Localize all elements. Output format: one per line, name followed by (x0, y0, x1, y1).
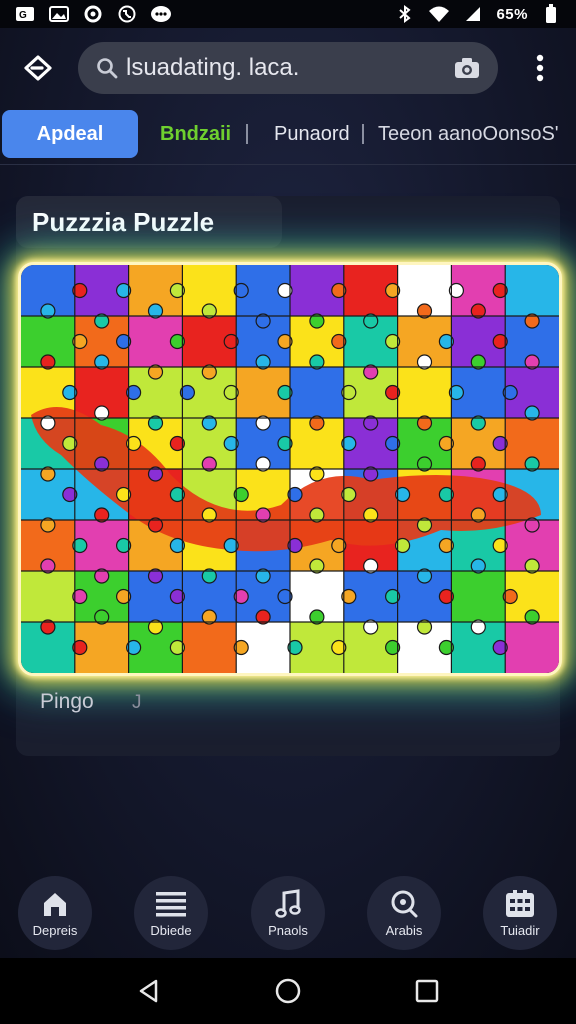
signal-icon (462, 5, 484, 23)
wifi-icon (428, 5, 450, 23)
tabs-divider (0, 164, 576, 165)
search-icon (94, 55, 120, 81)
puzzle-piece (451, 571, 506, 623)
tab-separator (362, 124, 364, 144)
tab-apdeal[interactable]: Apdeal (2, 110, 138, 158)
card-title: Puzzzia Puzzle (32, 206, 215, 237)
system-back-button[interactable] (129, 971, 169, 1011)
app-screen: Apdeal Bndzaii Punaord Teeon aanoOonsoS'… (0, 28, 576, 958)
puzzle-piece (505, 265, 559, 317)
puzzle-piece (21, 571, 76, 623)
back-button[interactable] (20, 50, 56, 86)
puzzle-piece (505, 622, 559, 673)
nav-label: Arabis (385, 922, 423, 938)
battery-percentage: 65% (496, 5, 528, 23)
puzzle-caption: Pingo (40, 690, 94, 713)
puzzle-piece (182, 622, 237, 673)
nav-button-pnaols[interactable]: Pnaols (251, 876, 325, 950)
image-icon (48, 5, 70, 23)
home-circle-icon (275, 978, 301, 1004)
grid-icon (505, 889, 535, 919)
nav-button-depreis[interactable]: Depreis (18, 876, 92, 950)
puzzle-graphic (21, 265, 559, 673)
nav-label: Dbiede (150, 922, 192, 938)
nav-label: Pnaols (268, 922, 308, 938)
notification-icon: G (14, 5, 36, 23)
puzzle-piece (397, 367, 452, 419)
nav-button-dbiede[interactable]: Dbiede (134, 876, 208, 950)
sync-icon (82, 5, 104, 23)
tab-teeon[interactable]: Teeon aanoOonsoS' (378, 110, 559, 158)
puzzle-image[interactable] (18, 262, 562, 676)
more-vert-icon (536, 54, 544, 82)
status-right-icons: 65% (394, 4, 562, 23)
tab-bndzaii[interactable]: Bndzaii (160, 110, 231, 158)
bluetooth-icon (394, 5, 416, 23)
battery-icon (540, 4, 562, 23)
list-icon (156, 889, 186, 919)
system-navigation-bar (0, 958, 576, 1024)
nav-label: Depreis (32, 922, 78, 938)
recents-square-icon (415, 979, 438, 1003)
system-home-button[interactable] (268, 971, 308, 1011)
back-triangle-icon (140, 979, 158, 1003)
camera-icon[interactable] (452, 53, 482, 83)
back-arrow-icon (24, 55, 52, 81)
messenger-icon (150, 5, 172, 23)
tab-punaord[interactable]: Punaord (274, 110, 350, 158)
puzzle-piece (290, 367, 345, 419)
card-title-bar: Puzzzia Puzzle (16, 196, 282, 248)
caption-cursor: J (132, 692, 142, 713)
home-icon (40, 889, 70, 919)
status-left-icons: G (14, 5, 172, 23)
nav-button-arabis[interactable]: Arabis (367, 876, 441, 950)
music-note-icon (273, 888, 303, 919)
top-bar (0, 28, 576, 108)
tab-separator (246, 124, 248, 144)
status-bar: G 65% (0, 0, 576, 28)
search-bar[interactable] (78, 42, 498, 94)
category-tabs: Apdeal Bndzaii Punaord Teeon aanoOonsoS' (0, 108, 576, 164)
svg-text:G: G (19, 10, 27, 21)
nav-button-tuiadir[interactable]: Tuiadir (483, 876, 557, 950)
search-input[interactable] (126, 54, 452, 82)
search-circle-icon (389, 889, 419, 919)
nav-label: Tuiadir (500, 922, 540, 938)
system-recents-button[interactable] (407, 971, 447, 1011)
bottom-navigation: Depreis Dbiede Pnaols Arabis Tuiadir (0, 866, 576, 958)
more-options-button[interactable] (524, 50, 556, 86)
phone-icon (116, 5, 138, 23)
